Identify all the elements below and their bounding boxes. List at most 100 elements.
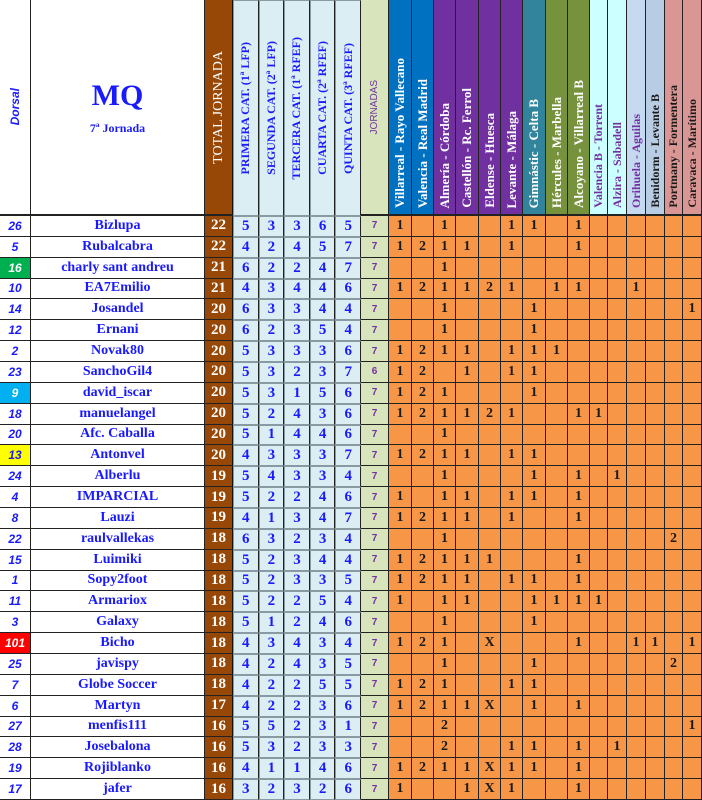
category-header-4[interactable]: CUARTA CAT. (2ª RFEF) (309, 0, 336, 216)
category-points-value: 5 (242, 489, 250, 506)
category-points-value: 4 (344, 468, 352, 485)
match-header-8[interactable]: Hércules - Marbella (546, 0, 568, 216)
dorsal-value: 12 (8, 323, 22, 338)
match-header-14[interactable]: Portmany - Formentera (665, 0, 683, 216)
match-header-6[interactable]: Levante - Málaga (501, 0, 523, 216)
category-header-5[interactable]: QUINTA CAT. (3ª RFEF) (335, 0, 361, 216)
player-name[interactable]: Afc. Caballa (31, 424, 205, 446)
category-points: 5 (309, 591, 336, 613)
match-header-label: Villarreal - Rayo Vallecano (392, 58, 407, 208)
category-header-1[interactable]: PRIMERA CAT. (1ª LFP) (233, 0, 259, 216)
match-header-3[interactable]: Almería - Córdoba (434, 0, 456, 216)
match-header-2[interactable]: Valencia - Real Madrid (412, 0, 434, 216)
match-result: 1 (523, 466, 546, 488)
player-name[interactable]: Alberlu (31, 466, 205, 488)
player-name-text: Josebalona (84, 739, 151, 755)
player-name[interactable]: javispy (31, 654, 205, 675)
match-header-label: Levante - Málaga (503, 110, 519, 208)
player-name[interactable]: Ernani (31, 320, 205, 342)
match-result-value: 1 (508, 760, 515, 776)
player-name[interactable]: EA7Emilio (31, 278, 205, 300)
match-result (546, 445, 568, 467)
jornadas-count: 7 (361, 612, 389, 634)
match-result (665, 445, 683, 467)
match-header-1[interactable]: Villarreal - Rayo Vallecano (389, 0, 412, 216)
match-header-9[interactable]: Alcoyano - Villarreal B (568, 0, 590, 216)
match-result: 1 (434, 403, 456, 425)
jornadas-count: 7 (361, 424, 389, 446)
total-points: 20 (205, 299, 233, 321)
match-header-12[interactable]: Orihuela - Aguilas (627, 0, 646, 216)
match-result-value: 1 (508, 489, 515, 505)
match-header-11[interactable]: Alzira - Sabadell (608, 0, 627, 216)
category-points: 2 (258, 549, 285, 571)
category-points: 7 (335, 445, 361, 467)
match-result (501, 654, 523, 675)
total-points-value: 20 (211, 300, 226, 317)
match-header-13[interactable]: Benidorm - Levante B (646, 0, 665, 216)
player-name[interactable]: Bicho (31, 633, 205, 654)
match-result (479, 528, 501, 550)
match-result (590, 612, 608, 634)
player-name[interactable]: Josebalona (31, 737, 205, 759)
player-name[interactable]: Rojiblanko (31, 758, 205, 780)
jornadas-header[interactable]: JORNADAS (361, 0, 389, 216)
category-points-value: 3 (267, 280, 276, 297)
match-result-value: 1 (508, 343, 515, 359)
match-result-value: 1 (441, 489, 448, 505)
player-name[interactable]: Josandel (31, 299, 205, 321)
match-result: 1 (501, 278, 523, 300)
player-name[interactable]: charly sant andreu (31, 257, 205, 279)
match-header-15[interactable]: Caravaca - Marítimo (683, 0, 702, 216)
category-points-value: 4 (318, 509, 327, 526)
match-result (627, 341, 646, 362)
match-result-value: 1 (632, 635, 640, 651)
player-name[interactable]: IMPARCIAL (31, 487, 205, 508)
player-name[interactable]: Martyn (31, 695, 205, 717)
player-name[interactable]: Antonvel (31, 445, 205, 467)
match-result-value: 1 (575, 572, 582, 588)
jornadas-count-value: 7 (371, 783, 378, 795)
total-header[interactable]: TOTAL JORNADA (205, 0, 233, 216)
jornadas-count: 7 (361, 278, 389, 300)
match-result (568, 341, 590, 362)
player-name[interactable]: Lauzi (31, 508, 205, 529)
category-points: 3 (284, 466, 310, 488)
match-header-10[interactable]: Valencia B - Torrent (590, 0, 608, 216)
category-points-value: 3 (293, 301, 301, 318)
match-result (646, 362, 665, 383)
match-result (646, 716, 665, 738)
match-header-label: Caravaca - Marítimo (684, 99, 699, 208)
match-result: X (479, 779, 501, 800)
match-header-4[interactable]: Castellón - Rc. Ferrol (456, 0, 479, 216)
player-name[interactable]: Armariox (31, 591, 205, 613)
category-points: 6 (335, 758, 361, 780)
total-points-value: 16 (211, 717, 226, 734)
player-name[interactable]: raulvallekas (31, 528, 205, 550)
player-name[interactable]: Sopy2foot (31, 570, 205, 592)
player-name[interactable]: Globe Soccer (31, 674, 205, 696)
player-name[interactable]: Bizlupa (31, 216, 205, 237)
match-header-7[interactable]: Gimnástic - Celta B (523, 0, 546, 216)
match-result (568, 716, 590, 738)
player-name[interactable]: jafer (31, 779, 205, 800)
match-result (683, 341, 702, 362)
player-name[interactable]: menfis111 (31, 716, 205, 738)
category-header-3[interactable]: TERCERA CAT. (1ª RFEF) (284, 0, 310, 216)
category-points-value: 6 (344, 781, 352, 798)
match-result (590, 424, 608, 446)
player-name[interactable]: Galaxy (31, 612, 205, 634)
player-name[interactable]: david_iscar (31, 382, 205, 404)
jornadas-count-value: 7 (371, 679, 378, 691)
match-result (608, 570, 627, 592)
category-header-2[interactable]: SEGUNDA CAT. (2ª LFP) (258, 0, 285, 216)
match-result (646, 758, 665, 780)
player-name[interactable]: manuelangel (31, 403, 205, 425)
player-name[interactable]: Rubalcabra (31, 236, 205, 258)
match-result (665, 403, 683, 425)
player-name[interactable]: SanchoGil4 (31, 362, 205, 383)
match-result: 2 (665, 528, 683, 550)
player-name[interactable]: Luimiki (31, 549, 205, 571)
player-name[interactable]: Novak80 (31, 341, 205, 362)
match-header-5[interactable]: Eldense - Huesca (479, 0, 501, 216)
